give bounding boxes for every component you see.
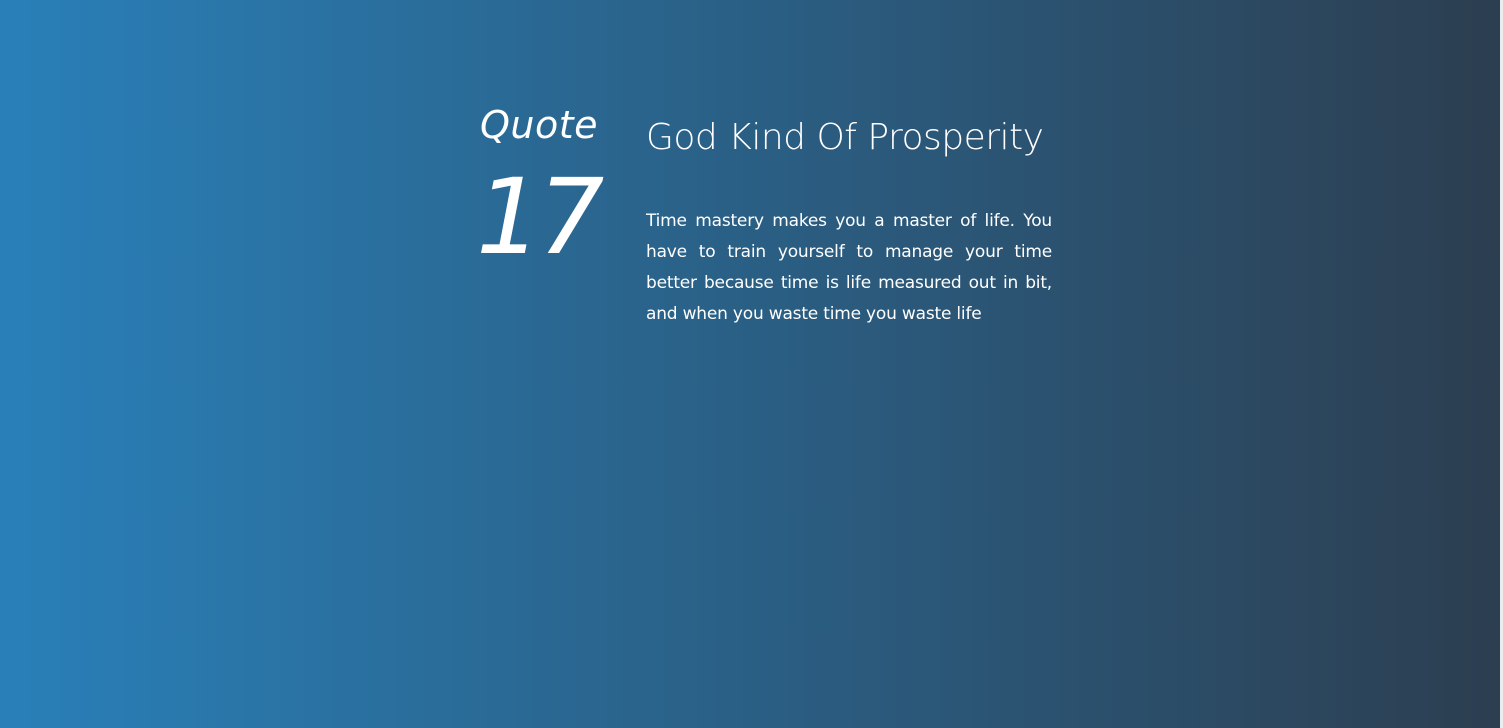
quote-label: Quote: [480, 103, 599, 147]
quote-title: God Kind Of Prosperity: [646, 117, 1044, 158]
quote-body: Time mastery makes you a master of life.…: [646, 211, 1052, 324]
quote-badge: Quote 17: [476, 100, 626, 272]
quote-content: God Kind Of Prosperity Time mastery make…: [646, 110, 1052, 330]
quote-number: 17: [476, 156, 604, 278]
page: { "quote": { "label": "Quote", "number":…: [0, 0, 1503, 728]
